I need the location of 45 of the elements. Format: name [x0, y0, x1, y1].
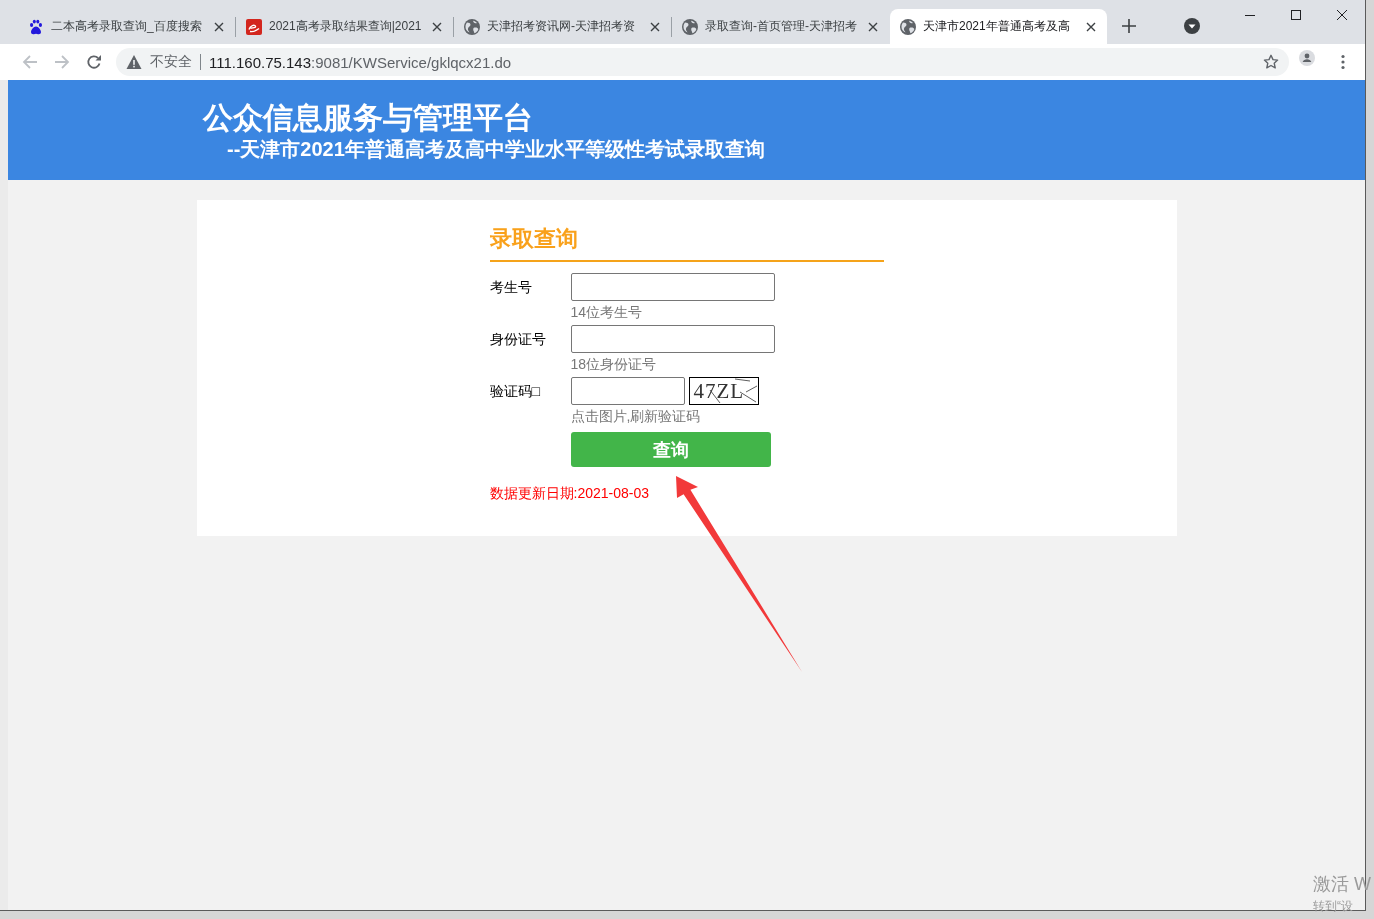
close-icon [432, 21, 442, 32]
update-date-note: 数据更新日期:2021-08-03 [489, 484, 650, 503]
site-subtitle: --天津市2021年普通高考及高中学业水平等级性考试录取查询 [227, 137, 766, 162]
back-arrow-icon [22, 54, 38, 70]
close-icon [868, 21, 878, 32]
captcha-input-field[interactable] [570, 377, 685, 405]
field-label: 身份证号 [489, 330, 547, 349]
field-label: 验证码□ [489, 382, 541, 401]
activation-hint: 转到“设 [1313, 898, 1353, 914]
bookmark-button[interactable] [1263, 54, 1279, 70]
globe-icon [682, 18, 698, 35]
field-hint: 18位身份证号 [570, 355, 657, 374]
browser-tab[interactable]: 天津招考资讯网-天津招考资 [454, 9, 671, 44]
paw-icon [28, 18, 44, 35]
tab-search-button[interactable] [1184, 18, 1200, 34]
caret-down-icon [1184, 18, 1200, 34]
captcha-image[interactable]: 47ZL [688, 377, 759, 405]
close-icon [1336, 9, 1348, 21]
reload-icon [86, 54, 102, 70]
forward-arrow-icon [54, 54, 70, 70]
field-hint: 点击图片,刷新验证码 [570, 407, 701, 426]
security-label: 不安全 [150, 53, 192, 71]
globe-icon [464, 18, 480, 35]
address-bar[interactable]: 不安全 111.160.75.143:9081/KWService/gklqcx21.do [116, 48, 1289, 76]
maximize-icon [1290, 9, 1302, 21]
site-title: 公众信息服务与管理平台 [203, 100, 534, 136]
star-icon [1263, 54, 1279, 70]
field-label: 考生号 [489, 278, 533, 297]
logo-icon [246, 18, 262, 35]
globe-icon [900, 18, 916, 35]
url-text: 111.160.75.143:9081/KWService/gklqcx21.do [209, 53, 512, 71]
browser-tab[interactable]: 天津市2021年普通高考及高 [890, 9, 1107, 44]
browser-tab[interactable]: 2021高考录取结果查询|2021 [236, 9, 453, 44]
form-title: 录取查询 [489, 224, 884, 262]
browser-tab[interactable]: 二本高考录取查询_百度搜索 [18, 9, 235, 44]
avatar-icon [1299, 50, 1315, 66]
close-icon [214, 21, 224, 32]
close-icon [1086, 21, 1096, 32]
warning-icon [126, 54, 142, 70]
browser-tab[interactable]: 录取查询-首页管理-天津招考 [672, 9, 889, 44]
plus-icon [1122, 19, 1136, 33]
input-field[interactable] [570, 325, 775, 353]
input-field[interactable] [570, 273, 775, 301]
close-icon [650, 21, 660, 32]
field-hint: 14位考生号 [570, 303, 643, 322]
